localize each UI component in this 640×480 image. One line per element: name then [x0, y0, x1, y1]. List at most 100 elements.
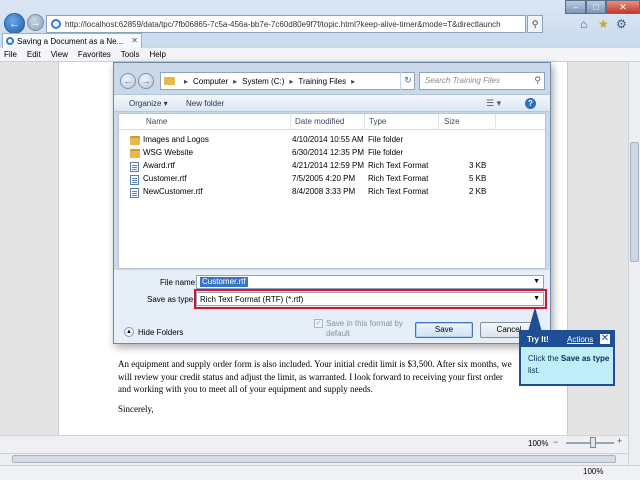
column-divider[interactable] — [438, 114, 439, 130]
callout-instruction: Click the Save as type list. — [528, 353, 610, 377]
file-name-value[interactable]: Customer.rtf — [200, 277, 248, 287]
breadcrumb-chevron-icon[interactable]: ▸ — [351, 77, 355, 86]
zoom-out-icon[interactable]: − — [553, 437, 558, 447]
vertical-scrollbar[interactable] — [628, 62, 640, 465]
breadcrumb-chevron-icon[interactable]: ▸ — [289, 77, 293, 86]
horizontal-scroll-thumb[interactable] — [12, 455, 616, 463]
file-name-input[interactable]: Customer.rtf ▼ — [196, 275, 544, 289]
back-button[interactable]: ← — [4, 13, 25, 34]
browser-tab[interactable]: Saving a Document as a Ne... ✕ — [2, 33, 142, 48]
column-divider[interactable] — [495, 114, 496, 130]
browser-status-bar — [0, 465, 640, 480]
close-window-button[interactable]: ✕ — [606, 0, 640, 14]
file-row[interactable]: Customer.rtf 7/5/2005 4:20 PM Rich Text … — [119, 173, 545, 186]
rtf-file-icon — [130, 162, 139, 172]
callout-title: Try It! — [527, 335, 549, 344]
file-row[interactable]: WSG Website 6/30/2014 12:35 PM File fold… — [119, 147, 545, 160]
menu-tools[interactable]: Tools — [121, 50, 140, 59]
tab-close-icon[interactable]: ✕ — [131, 36, 138, 45]
default-format-checkbox: ✓ — [314, 319, 323, 328]
file-size: 3 KB — [469, 161, 487, 170]
tab-bar: Saving a Document as a Ne... ✕ — [0, 32, 640, 48]
dialog-bottom-panel: File name: Customer.rtf ▼ Save as type: … — [114, 270, 550, 343]
address-text[interactable]: http://localhost:62859/data/tpc/7fb06865… — [65, 20, 501, 29]
file-date: 4/21/2014 12:59 PM — [292, 161, 365, 170]
callout-pointer — [528, 307, 542, 332]
file-type: Rich Text Format — [368, 161, 429, 170]
favorites-star-icon[interactable]: ★ — [598, 17, 609, 31]
file-date: 6/30/2014 12:35 PM — [292, 148, 365, 157]
column-divider[interactable] — [364, 114, 365, 130]
default-format-label: Save in this format by default — [326, 319, 403, 338]
address-bar[interactable]: http://localhost:62859/data/tpc/7fb06865… — [46, 15, 526, 33]
search-icon[interactable]: ⚲ — [534, 75, 541, 86]
menu-edit[interactable]: Edit — [27, 50, 41, 59]
menu-file[interactable]: File — [4, 50, 17, 59]
menu-view[interactable]: View — [51, 50, 68, 59]
file-type: File folder — [368, 148, 404, 157]
column-date-modified[interactable]: Date modified — [295, 117, 344, 126]
file-type: File folder — [368, 135, 404, 144]
tab-title: Saving a Document as a Ne... — [17, 36, 124, 46]
breadcrumb-drive[interactable]: System (C:) — [242, 77, 284, 86]
dialog-back-button[interactable]: ← — [120, 73, 136, 89]
column-name[interactable]: Name — [146, 117, 167, 126]
chevron-down-icon[interactable]: ▼ — [533, 278, 540, 285]
breadcrumb[interactable]: ▸ Computer ▸ System (C:) ▸ Training File… — [160, 72, 415, 90]
browser-zoom-level[interactable]: 100% — [583, 467, 603, 476]
new-folder-button[interactable]: New folder — [186, 99, 224, 108]
callout-header: Try It! Actions ✕ — [521, 332, 613, 347]
file-name: Award.rtf — [143, 161, 175, 170]
home-icon[interactable]: ⌂ — [580, 17, 587, 31]
address-search-icon[interactable]: ⚲ — [527, 15, 543, 33]
column-divider[interactable] — [290, 114, 291, 130]
callout-text-after: list. — [528, 366, 540, 375]
window-controls: – □ ✕ — [565, 0, 640, 14]
dialog-toolbar: Organize ▾ New folder ☰ ▾ ? — [114, 94, 550, 112]
close-icon[interactable]: ✕ — [599, 333, 611, 345]
file-name: Customer.rtf — [143, 174, 187, 183]
file-size: 5 KB — [469, 174, 487, 183]
file-row[interactable]: Award.rtf 4/21/2014 12:59 PM Rich Text F… — [119, 160, 545, 173]
back-arrow-icon: ← — [9, 17, 20, 30]
dialog-nav-row: ← → ▸ Computer ▸ System (C:) ▸ Training … — [114, 69, 550, 93]
dialog-search-input[interactable]: Search Training Files ⚲ — [419, 72, 545, 90]
column-size[interactable]: Size — [444, 117, 460, 126]
folder-icon — [164, 77, 175, 85]
minimize-button[interactable]: – — [565, 0, 586, 14]
help-icon[interactable]: ? — [525, 98, 536, 109]
hide-folders-button[interactable]: ▲ Hide Folders — [124, 326, 183, 338]
document-closing: Sincerely, — [118, 403, 154, 414]
zoom-in-icon[interactable]: + — [617, 436, 622, 446]
breadcrumb-computer[interactable]: Computer — [193, 77, 228, 86]
folder-icon — [130, 136, 140, 145]
file-row[interactable]: Images and Logos 4/10/2014 10:55 AM File… — [119, 134, 545, 147]
rtf-file-icon — [130, 175, 139, 185]
tab-favicon-icon — [6, 37, 14, 45]
gear-icon[interactable]: ⚙ — [616, 17, 627, 31]
dialog-forward-button[interactable]: → — [138, 73, 154, 89]
vertical-scroll-thumb[interactable] — [630, 142, 639, 262]
file-row[interactable]: NewCustomer.rtf 8/4/2008 3:33 PM Rich Te… — [119, 186, 545, 199]
save-button[interactable]: Save — [415, 322, 473, 338]
forward-button[interactable]: → — [27, 14, 44, 31]
organize-button[interactable]: Organize ▾ — [129, 99, 168, 108]
zoom-slider-knob[interactable] — [590, 437, 596, 448]
maximize-button[interactable]: □ — [586, 0, 606, 14]
rtf-file-icon — [130, 188, 139, 198]
column-headers: Name Date modified Type Size — [119, 114, 545, 130]
change-view-icon[interactable]: ☰ ▾ — [486, 98, 501, 109]
menu-favorites[interactable]: Favorites — [78, 50, 111, 59]
file-date: 8/4/2008 3:33 PM — [292, 187, 356, 196]
breadcrumb-chevron-icon[interactable]: ▸ — [233, 77, 237, 86]
file-date: 4/10/2014 10:55 AM — [292, 135, 364, 144]
breadcrumb-folder[interactable]: Training Files — [298, 77, 346, 86]
menu-help[interactable]: Help — [149, 50, 165, 59]
document-zoom-level: 100% — [528, 439, 549, 448]
forward-arrow-icon: → — [30, 16, 41, 29]
column-type[interactable]: Type — [369, 117, 386, 126]
actions-link[interactable]: Actions — [567, 335, 593, 344]
refresh-icon[interactable]: ↻ — [400, 72, 415, 90]
try-it-callout: Try It! Actions ✕ Click the Save as type… — [519, 330, 615, 386]
ie-page-icon — [51, 19, 61, 29]
